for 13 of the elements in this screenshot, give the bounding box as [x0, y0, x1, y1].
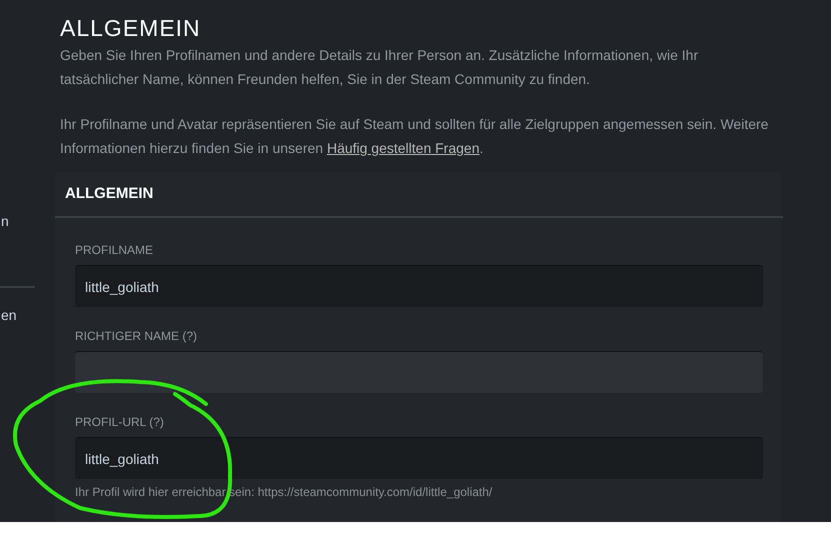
field-label: PROFIL-URL (?)	[75, 414, 165, 430]
faq-link[interactable]: Häufig gestellten Fragen	[326, 140, 480, 156]
sidebar-item[interactable]: en	[1, 306, 17, 324]
page-title: ALLGEMEIN	[60, 14, 202, 42]
sidebar-item[interactable]: n	[1, 212, 9, 230]
text-field[interactable]	[75, 351, 763, 393]
field-label: PROFILNAME	[75, 242, 154, 258]
text-field[interactable]: little_goliath	[75, 437, 763, 479]
field-label: RICHTIGER NAME (?)	[75, 328, 198, 344]
text-field[interactable]: little_goliath	[75, 265, 763, 307]
section-title: ALLGEMEIN	[65, 184, 154, 204]
intro-text: Ihr Profilname und Avatar repräsentieren Sie auf Steam und sollten für alle Zielgruppen angemessen sein. Weitere Informationen hierzu finden Sie in unseren Häufig gestellten Fragen.	[60, 115, 770, 158]
intro-text: Geben Sie Ihren Profilnamen und andere Details zu Ihrer Person an. Zusätzliche Informationen, wie Ihr tatsächlicher Name, können Freunden helfen, Sie in der Steam Community zu finden.	[60, 46, 700, 89]
